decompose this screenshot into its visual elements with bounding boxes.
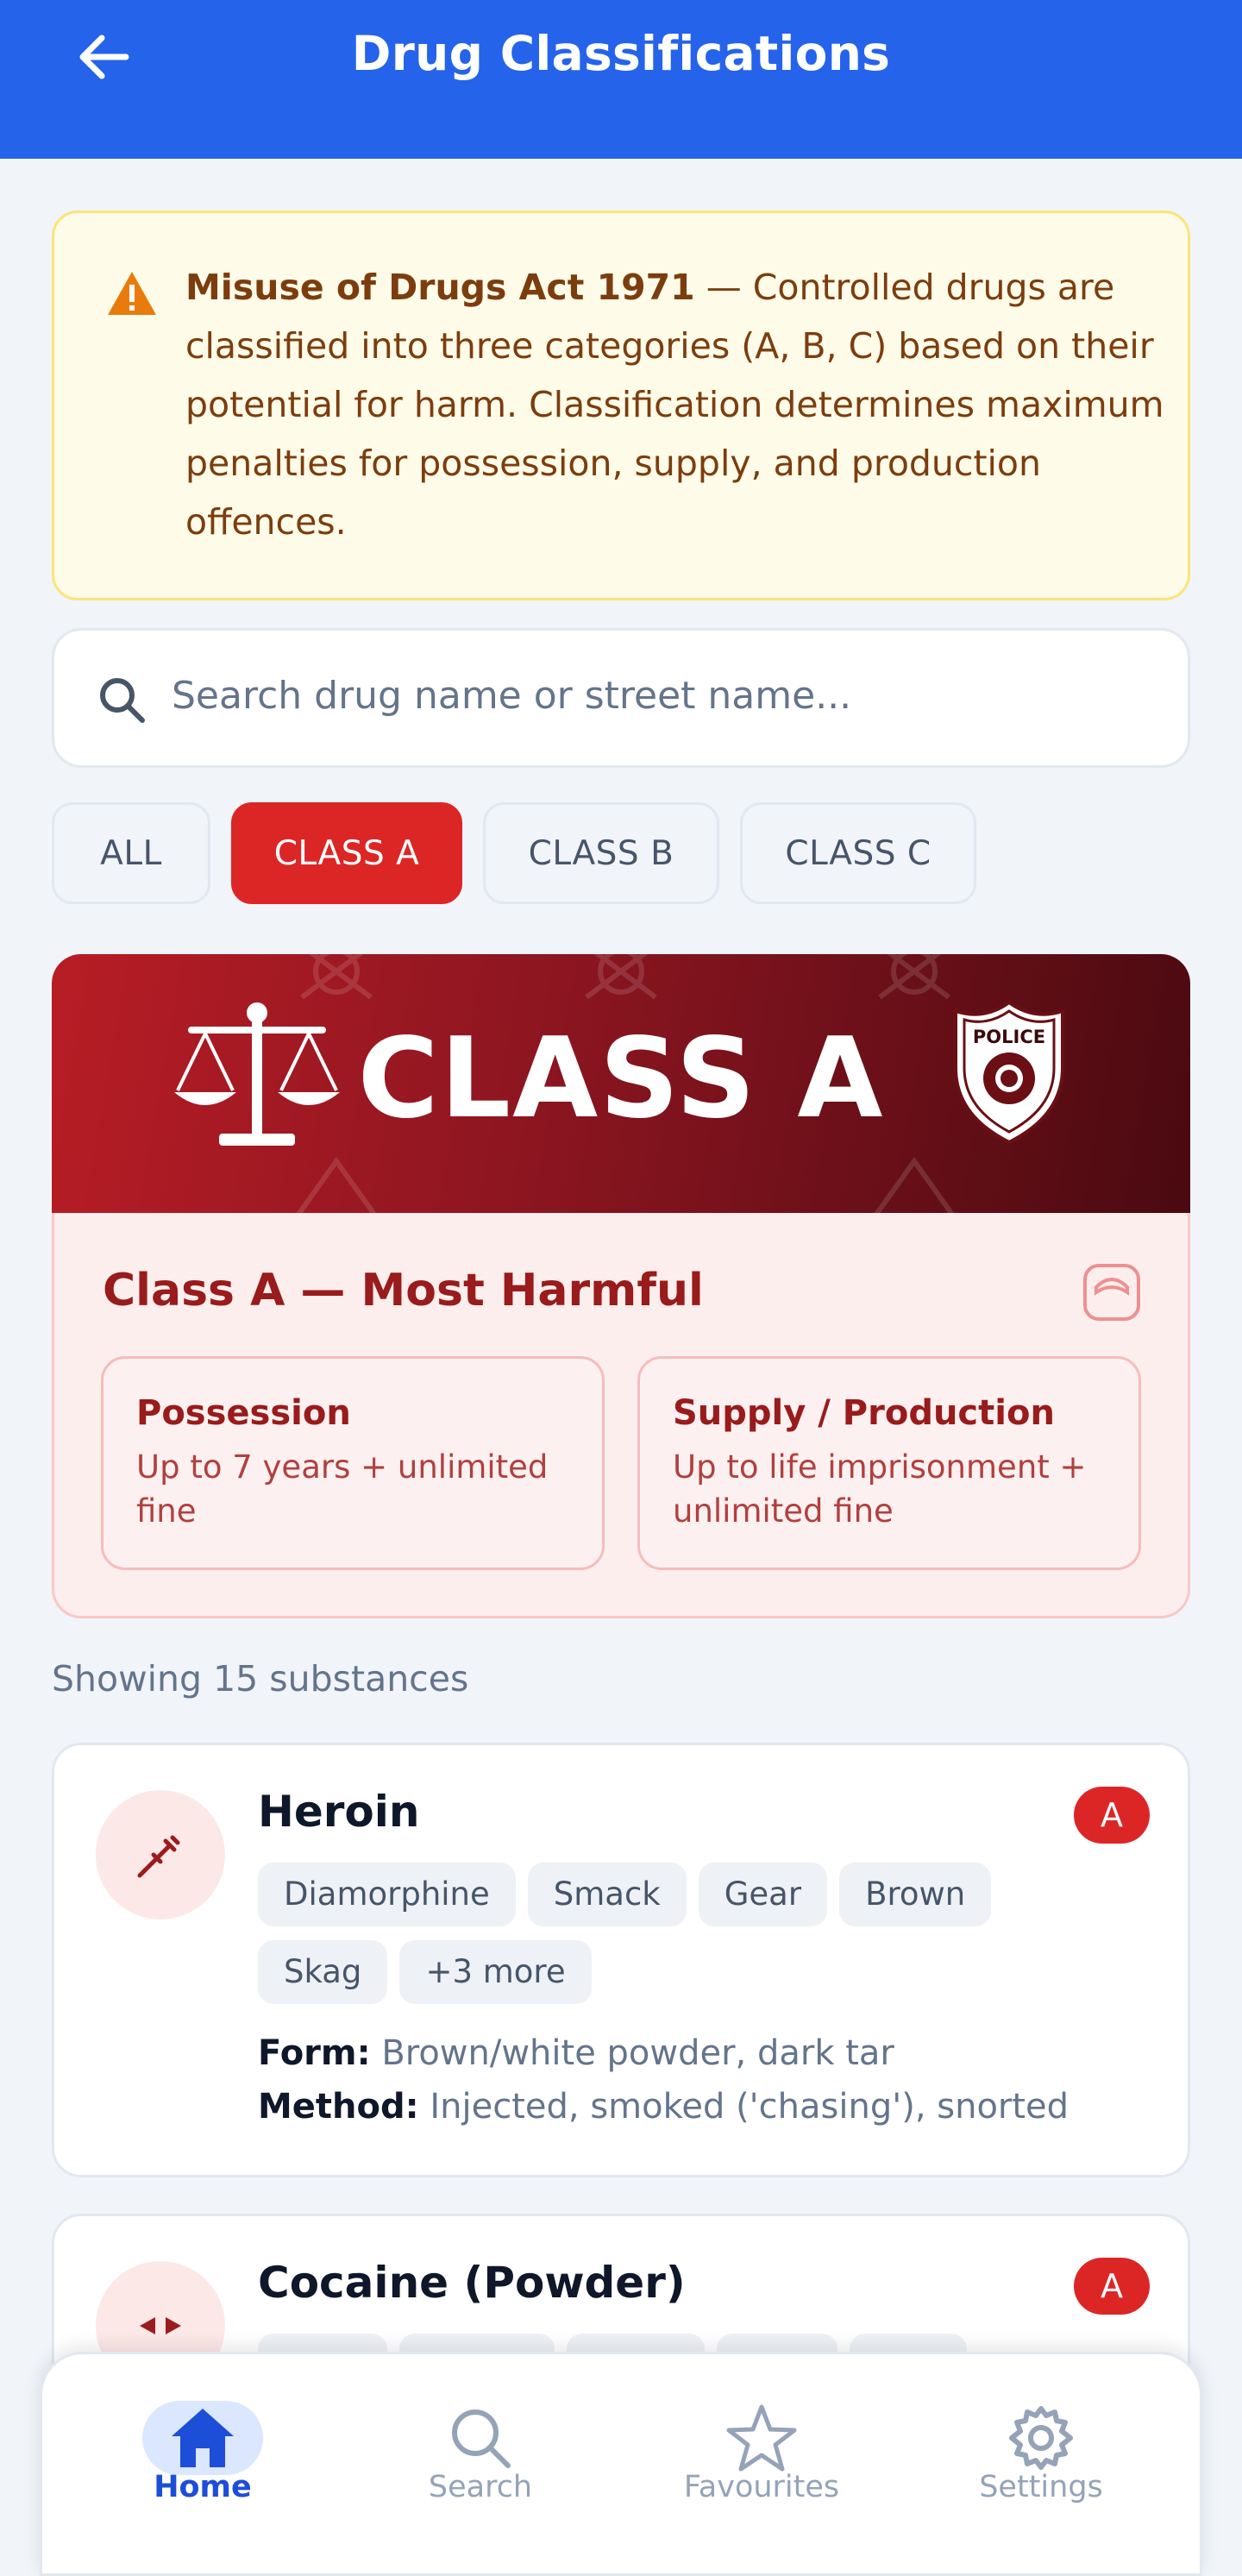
search-icon bbox=[100, 678, 145, 723]
gear-icon bbox=[1009, 2406, 1073, 2470]
method-label: Method: bbox=[258, 2087, 419, 2127]
warning-icon bbox=[108, 272, 156, 315]
drug-avatar bbox=[96, 1790, 225, 1919]
app-bar: Drug Classifications bbox=[0, 0, 1242, 159]
police-badge-text: POLICE bbox=[972, 1027, 1046, 1047]
police-badge-icon: POLICE bbox=[950, 999, 1068, 1146]
drug-card-heroin[interactable]: Heroin A Diamorphine Smack Gear Brown Skag +3… bbox=[52, 1743, 1190, 2177]
page-title: Drug Classifications bbox=[351, 26, 891, 81]
possession-penalty-box: Possession Up to 7 years + unlimited fin… bbox=[101, 1356, 605, 1570]
tag: Brown bbox=[839, 1863, 992, 1926]
tag: Gear bbox=[698, 1863, 828, 1926]
supply-value: Up to life imprisonment + unlimited fine bbox=[673, 1448, 1087, 1530]
drug-name: Heroin bbox=[258, 1787, 420, 1837]
class-badge: A bbox=[1074, 1787, 1150, 1844]
home-icon bbox=[172, 2409, 234, 2467]
class-info-card: Class A — Most Harmful Possession Up to … bbox=[52, 1213, 1190, 1618]
nav-favourites-label: Favourites bbox=[683, 2470, 840, 2504]
filter-chip-class-b[interactable]: CLASS B bbox=[483, 802, 719, 904]
star-icon bbox=[726, 2404, 797, 2472]
nav-favourites[interactable]: Favourites bbox=[667, 2354, 856, 2527]
supply-penalty-box: Supply / Production Up to life imprisonm… bbox=[637, 1356, 1141, 1570]
nav-search[interactable]: Search bbox=[386, 2354, 575, 2527]
results-count: Showing 15 substances bbox=[52, 1658, 469, 1700]
tag: Skag bbox=[258, 1940, 388, 2004]
drug-method: Method: Injected, smoked ('chasing'), sn… bbox=[258, 2087, 1069, 2127]
tag: Diamorphine bbox=[258, 1863, 516, 1926]
nav-favourites-icon-wrap bbox=[701, 2401, 822, 2475]
pill-icon bbox=[140, 2317, 181, 2334]
nav-home-highlight bbox=[142, 2401, 263, 2475]
supply-label: Supply / Production bbox=[673, 1393, 1055, 1433]
nav-settings-label: Settings bbox=[979, 2470, 1103, 2504]
drug-name: Cocaine (Powder) bbox=[258, 2258, 686, 2308]
info-toggle-icon[interactable] bbox=[1082, 1263, 1141, 1322]
drug-form: Form: Brown/white powder, dark tar bbox=[258, 2033, 894, 2073]
tag: Smack bbox=[527, 1863, 687, 1926]
possession-value: Up to 7 years + unlimited fine bbox=[136, 1448, 549, 1530]
search-field[interactable]: Search drug name or street name... bbox=[52, 628, 1190, 768]
street-name-tags: Diamorphine Smack Gear Brown Skag +3 more bbox=[258, 1863, 1138, 2018]
filter-chip-class-c[interactable]: CLASS C bbox=[740, 802, 976, 904]
filter-chip-all[interactable]: ALL bbox=[52, 802, 210, 904]
class-title: Class A — Most Harmful bbox=[103, 1265, 704, 1316]
method-value: Injected, smoked ('chasing'), snorted bbox=[430, 2087, 1070, 2127]
search-placeholder[interactable]: Search drug name or street name... bbox=[172, 674, 851, 718]
notice-body: — Controlled drugs are classified into t… bbox=[185, 267, 1164, 543]
nav-settings-icon-wrap bbox=[981, 2401, 1101, 2475]
nav-search-icon-wrap bbox=[420, 2401, 541, 2475]
form-label: Form: bbox=[258, 2033, 371, 2073]
class-badge: A bbox=[1074, 2258, 1150, 2315]
legal-notice: Misuse of Drugs Act 1971 — Controlled dr… bbox=[52, 210, 1190, 600]
notice-title: Misuse of Drugs Act 1971 bbox=[185, 267, 695, 308]
nav-search-label: Search bbox=[428, 2470, 533, 2504]
notice-text: Misuse of Drugs Act 1971 — Controlled dr… bbox=[185, 258, 1177, 551]
bottom-navigation: Home Search Favourites Settings bbox=[40, 2352, 1202, 2576]
nav-home[interactable]: Home bbox=[108, 2354, 298, 2527]
search-icon bbox=[452, 2410, 511, 2468]
nav-settings[interactable]: Settings bbox=[946, 2354, 1136, 2527]
possession-label: Possession bbox=[136, 1393, 351, 1433]
more-tags[interactable]: +3 more bbox=[399, 1940, 592, 2004]
class-banner: CLASS A POLICE bbox=[52, 954, 1190, 1213]
syringe-icon bbox=[137, 1835, 180, 1878]
form-value: Brown/white powder, dark tar bbox=[381, 2033, 894, 2073]
nav-home-label: Home bbox=[154, 2470, 252, 2504]
filter-chip-class-a[interactable]: CLASS A bbox=[231, 802, 462, 904]
